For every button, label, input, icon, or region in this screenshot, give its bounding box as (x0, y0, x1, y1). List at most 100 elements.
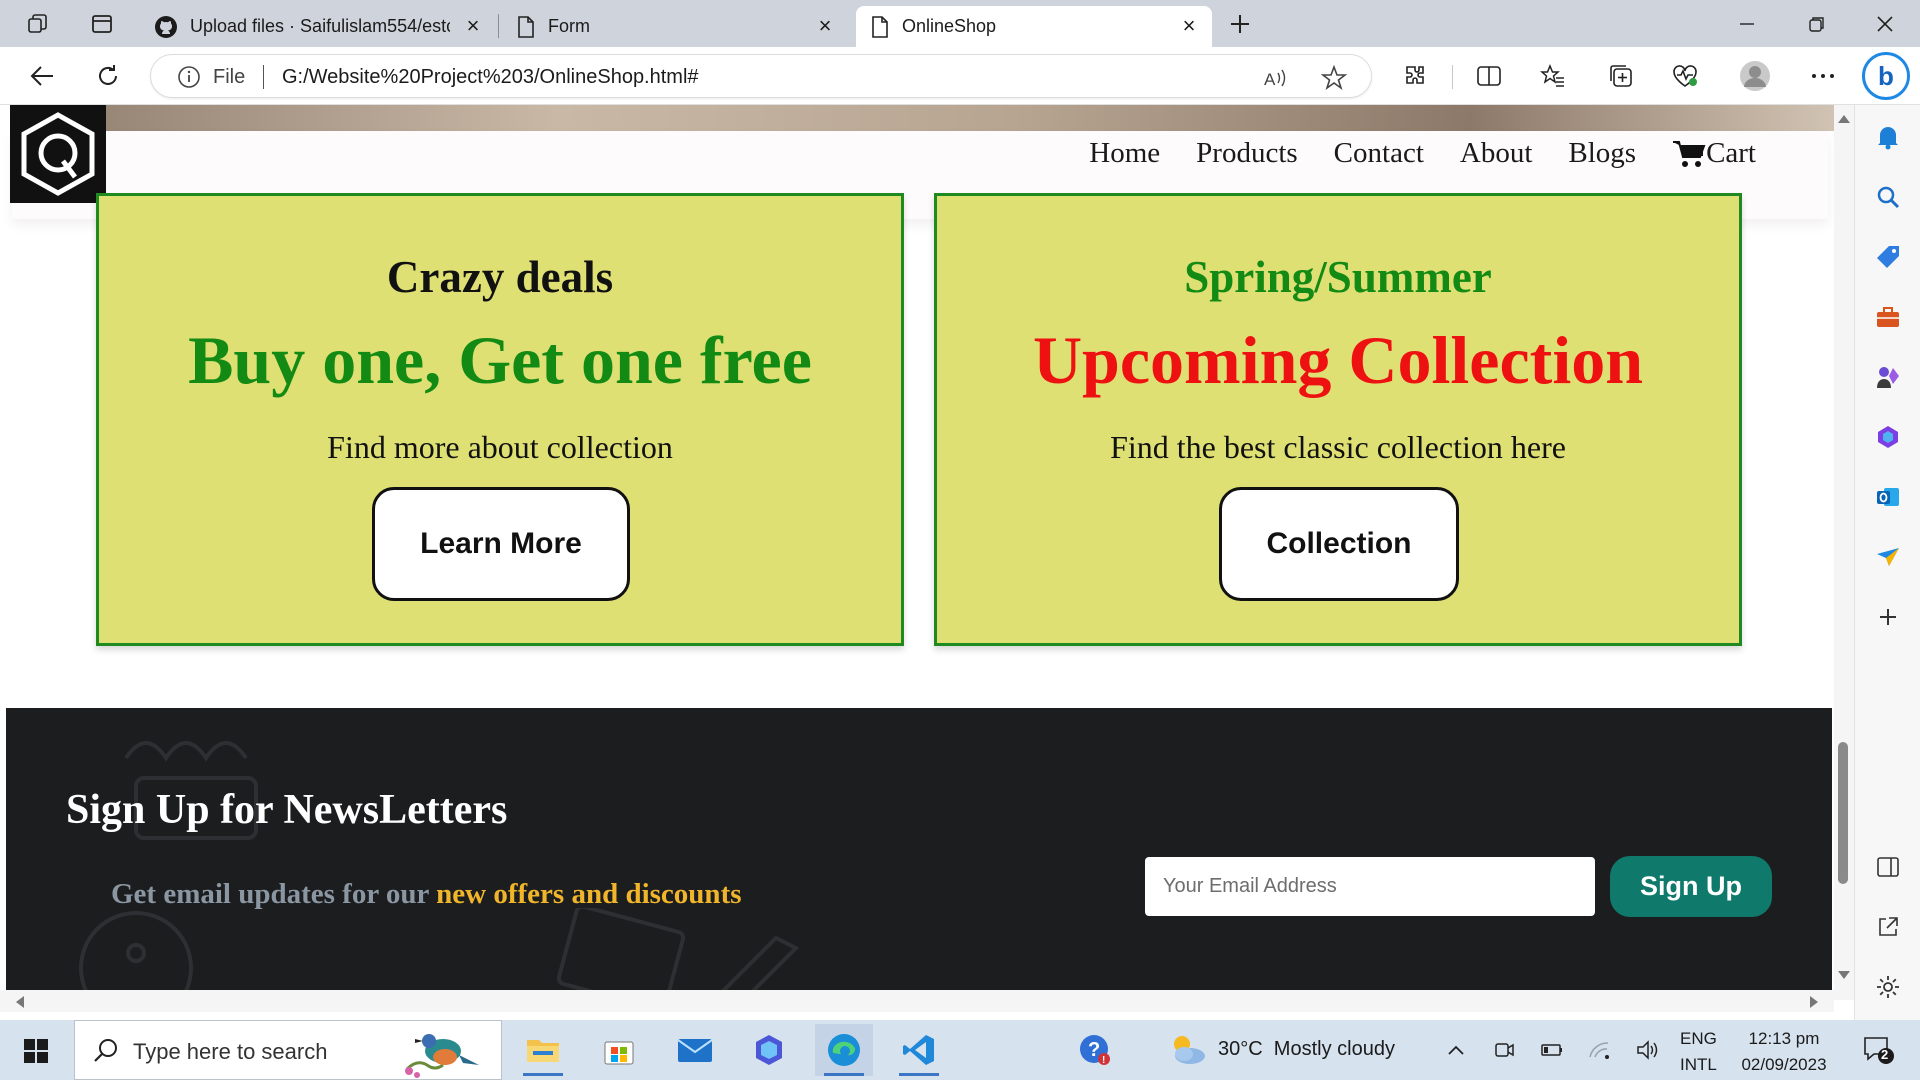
search-icon[interactable] (1874, 183, 1902, 211)
bing-copilot-icon[interactable]: b (1862, 52, 1910, 100)
clock-date: 02/09/2023 (1741, 1055, 1827, 1074)
tab-title: Form (548, 16, 590, 36)
windows-start-icon[interactable] (14, 1034, 58, 1068)
notification-bell-icon[interactable] (1874, 123, 1902, 151)
back-icon[interactable] (26, 60, 58, 92)
taskbar-file-explorer[interactable] (514, 1024, 572, 1076)
meet-now-icon[interactable] (1492, 1038, 1516, 1062)
newsletter-email-input[interactable] (1145, 857, 1595, 916)
collection-button[interactable]: Collection (1219, 487, 1459, 601)
nav-cart[interactable]: Cart (1672, 137, 1756, 170)
address-url[interactable]: G:/Website%20Project%203/OnlineShop.html… (282, 66, 699, 89)
nav-home[interactable]: Home (1089, 137, 1160, 170)
read-aloud-icon[interactable]: A (1263, 65, 1289, 91)
vscode-icon (903, 1035, 934, 1065)
running-indicator (523, 1073, 563, 1076)
page-viewport: Home Products Contact About Blogs Cart C… (0, 105, 1834, 1000)
taskbar-microsoft-store[interactable] (590, 1024, 648, 1076)
learn-more-button[interactable]: Learn More (372, 487, 630, 601)
tab-upload-files[interactable]: Upload files · Saifulislam554/estc × (140, 6, 496, 47)
taskbar-search-box[interactable]: Type here to search (74, 1020, 502, 1080)
weather-widget[interactable]: 30°C Mostly cloudy (1166, 1032, 1395, 1066)
notification-center-icon[interactable]: 2 (1862, 1034, 1894, 1066)
taskbar-copilot-app[interactable] (740, 1024, 798, 1076)
tools-briefcase-icon[interactable] (1874, 303, 1902, 331)
info-icon[interactable] (177, 65, 201, 89)
taskbar-get-help[interactable]: ?! (1066, 1024, 1124, 1076)
horizontal-scrollbar[interactable] (0, 990, 1834, 1012)
tab-form[interactable]: Form × (502, 6, 848, 47)
taskbar-edge[interactable] (815, 1024, 873, 1076)
nav-contact[interactable]: Contact (1334, 137, 1424, 170)
restore-icon[interactable] (1794, 8, 1840, 40)
edge-sidebar (1854, 105, 1920, 1020)
send-drop-icon[interactable] (1874, 543, 1902, 571)
microsoft-365-icon[interactable] (1874, 423, 1902, 451)
toolbar-divider (1452, 65, 1453, 89)
language-code: ENG (1680, 1029, 1717, 1048)
extensions-icon[interactable] (1400, 61, 1430, 91)
nav-about[interactable]: About (1460, 137, 1533, 170)
address-scheme-label: File (213, 66, 246, 88)
tab-onlineshop[interactable]: OnlineShop × (856, 6, 1212, 47)
new-tab-icon[interactable] (1226, 10, 1254, 38)
newsletter-description: Get email updates for our new offers and… (111, 878, 742, 911)
scroll-up-icon[interactable] (1838, 115, 1850, 123)
close-tab-icon[interactable]: × (462, 15, 484, 37)
promo-headline: Upcoming Collection (1032, 322, 1644, 398)
refresh-icon[interactable] (92, 60, 124, 92)
more-options-icon[interactable] (1808, 61, 1838, 91)
scroll-left-icon[interactable] (16, 996, 24, 1008)
open-external-icon[interactable] (1874, 913, 1902, 941)
add-icon[interactable] (1874, 603, 1902, 631)
tab-title: Upload files · Saifulislam554/estc (190, 16, 450, 36)
mail-icon (677, 1039, 713, 1062)
folder-icon (527, 1040, 559, 1062)
store-bag-icon (604, 1041, 634, 1065)
input-language-indicator[interactable]: ENG INTL (1680, 1026, 1717, 1078)
shopping-tag-icon[interactable] (1874, 243, 1902, 271)
minimize-icon[interactable] (1724, 8, 1770, 40)
svg-text:A: A (1264, 70, 1276, 89)
close-tab-icon[interactable]: × (1178, 15, 1200, 37)
taskbar-clock[interactable]: 12:13 pm 02/09/2023 (1734, 1026, 1834, 1078)
profile-avatar-icon[interactable] (1738, 59, 1772, 93)
tab-actions-icon[interactable] (88, 10, 116, 38)
favorite-star-icon[interactable] (1321, 65, 1347, 91)
outlook-icon[interactable] (1874, 483, 1902, 511)
nav-products[interactable]: Products (1196, 137, 1298, 170)
sign-up-button[interactable]: Sign Up (1610, 856, 1772, 917)
hide-sidebar-icon[interactable] (1874, 853, 1902, 881)
address-bar[interactable]: File G:/Website%20Project%203/OnlineShop… (150, 54, 1372, 98)
scroll-down-icon[interactable] (1838, 971, 1850, 979)
settings-gear-icon[interactable] (1874, 973, 1902, 1001)
background-doodle (79, 911, 193, 1000)
nav-blogs[interactable]: Blogs (1568, 137, 1636, 170)
taskbar-vscode[interactable] (890, 1024, 948, 1076)
promo-kicker: Crazy deals (386, 252, 614, 302)
vertical-scroll-thumb[interactable] (1838, 742, 1848, 884)
nav-cart-label: Cart (1706, 137, 1756, 169)
show-hidden-icons-chevron-icon[interactable] (1444, 1038, 1468, 1062)
browser-toolbar: File G:/Website%20Project%203/OnlineShop… (0, 47, 1920, 105)
close-window-icon[interactable] (1862, 8, 1908, 40)
scroll-right-icon[interactable] (1810, 996, 1818, 1008)
promo-subtext: Find more about collection (327, 429, 673, 465)
newsletter-section: Sign Up for NewsLetters Get email update… (6, 708, 1832, 1000)
favorites-icon[interactable] (1538, 61, 1568, 91)
battery-icon[interactable] (1540, 1038, 1564, 1062)
search-highlight-bird-icon (405, 1034, 479, 1078)
volume-icon[interactable] (1636, 1038, 1660, 1062)
running-indicator (824, 1073, 864, 1076)
collections-icon[interactable] (1606, 61, 1636, 91)
promo-kicker: Spring/Summer (1184, 252, 1492, 302)
wifi-icon[interactable] (1588, 1038, 1612, 1062)
workspaces-icon[interactable] (24, 10, 52, 38)
taskbar-mail[interactable] (666, 1024, 724, 1076)
close-tab-icon[interactable]: × (814, 15, 836, 37)
site-logo[interactable] (10, 105, 106, 203)
split-screen-icon[interactable] (1474, 61, 1504, 91)
github-icon (155, 15, 177, 38)
games-icon[interactable] (1874, 363, 1902, 391)
browser-essentials-icon[interactable] (1670, 61, 1700, 91)
